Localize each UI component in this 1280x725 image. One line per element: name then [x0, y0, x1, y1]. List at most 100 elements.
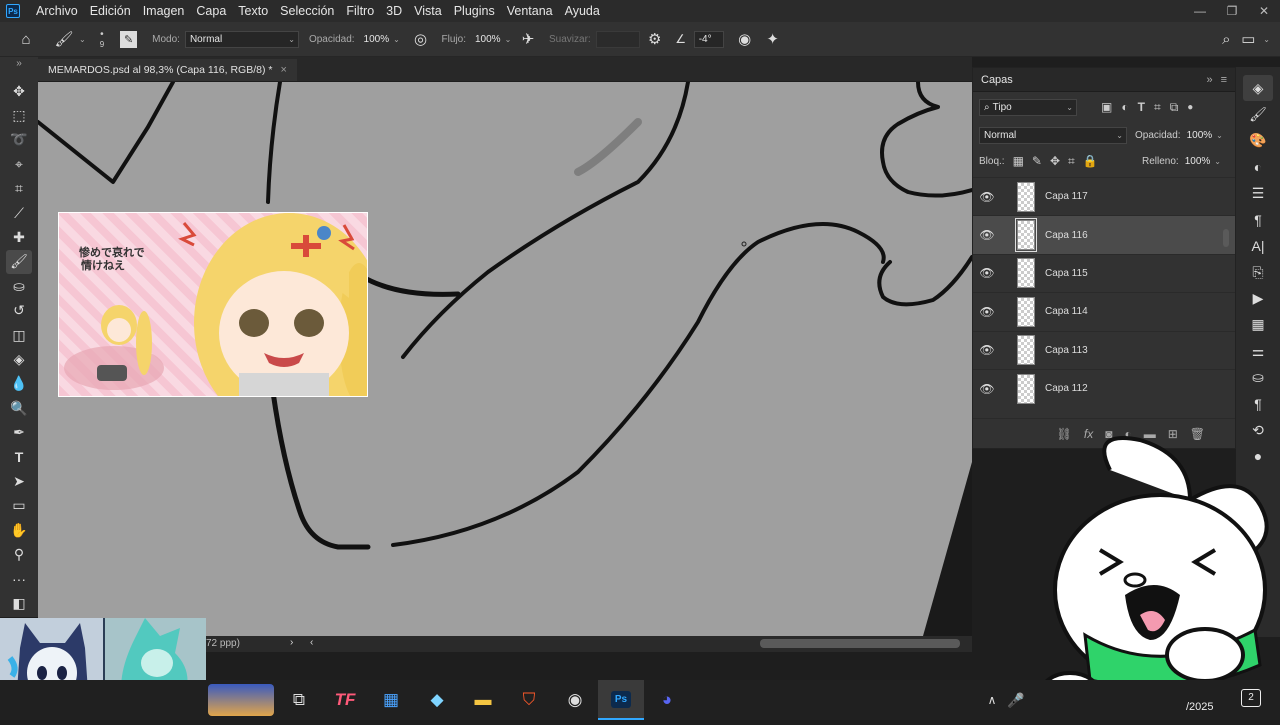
layer-row[interactable]: 👁 Capa 113 [973, 330, 1235, 369]
menu-ayuda[interactable]: Ayuda [559, 4, 606, 18]
filter-toggle-icon[interactable]: ● [1187, 102, 1193, 113]
lock-transparency-icon[interactable]: ▦ [1013, 154, 1024, 168]
layers-panel-title[interactable]: Capas [981, 74, 1013, 86]
brush-settings-panel-icon[interactable]: ✎ [120, 30, 138, 48]
filter-smart-object-icon[interactable]: ⧉ [1170, 100, 1179, 115]
move-tool-icon[interactable]: ✥ [6, 79, 32, 103]
visibility-eye-icon[interactable]: 👁 [973, 228, 1001, 242]
lock-position-icon[interactable]: ✥ [1050, 154, 1060, 168]
lasso-tool-icon[interactable]: ➰ [6, 128, 32, 152]
more-tools-icon[interactable]: ··· [6, 567, 32, 591]
layer-filter-select[interactable]: ⌕ Tipo ⌄ [979, 98, 1077, 116]
brave-browser-icon[interactable]: ⛉ [506, 680, 552, 720]
layer-row-selected[interactable]: 👁 Capa 116 [973, 215, 1235, 254]
dodge-tool-icon[interactable]: 🔍 [6, 396, 32, 420]
properties-icon[interactable]: ☰ [1243, 180, 1273, 206]
horizontal-scrollbar[interactable] [760, 639, 960, 648]
character-icon[interactable]: A| [1243, 233, 1273, 259]
chevron-down-icon[interactable]: ⌄ [505, 35, 512, 44]
clone-stamp-tool-icon[interactable]: ⛀ [6, 274, 32, 298]
zoom-tool-icon[interactable]: ⚲ [6, 542, 32, 566]
clock[interactable]: /2025 [1186, 701, 1214, 713]
filter-shape-icon[interactable]: ⌗ [1154, 100, 1161, 115]
paragraph-styles-icon[interactable]: ¶ [1243, 391, 1273, 417]
tray-overflow-icon[interactable]: ∧ [980, 680, 1004, 720]
visibility-eye-icon[interactable]: 👁 [973, 305, 1001, 319]
menu-filtro[interactable]: Filtro [340, 4, 380, 18]
document-tab[interactable]: MEMARDOS.psd al 98,3% (Capa 116, RGB/8) … [38, 59, 297, 81]
menu-archivo[interactable]: Archivo [30, 4, 84, 18]
layer-row[interactable]: 👁 Capa 115 [973, 253, 1235, 292]
brush-tool-icon[interactable]: 🖌 [6, 249, 32, 275]
panel-menu-icon[interactable]: ≡ [1221, 74, 1227, 86]
brushes-panel-icon[interactable]: 🖌 [1243, 101, 1273, 127]
lock-all-icon[interactable]: 🔒 [1083, 154, 1098, 168]
menu-edicion[interactable]: Edición [84, 4, 137, 18]
brush-preset-picker[interactable]: • 9 [100, 29, 104, 49]
microphone-icon[interactable]: 🎤 [1004, 680, 1028, 720]
paragraph-icon[interactable]: ¶ [1243, 206, 1273, 232]
menu-seleccion[interactable]: Selección [274, 4, 340, 18]
layer-row[interactable]: 👁 Capa 117 [973, 177, 1235, 215]
layer-row[interactable]: 👁 Capa 112 [973, 368, 1235, 407]
filter-type-icon[interactable]: T [1138, 100, 1145, 114]
layers-scrollbar[interactable] [1223, 179, 1229, 409]
history-brush-tool-icon[interactable]: ↺ [6, 299, 32, 323]
filter-pixel-icon[interactable]: ▣ [1101, 100, 1112, 114]
pressure-size-icon[interactable]: ◉ [734, 28, 756, 50]
opacity-input[interactable]: 100% ⌄ [360, 31, 404, 48]
task-view-icon[interactable]: ⧉ [276, 680, 322, 720]
canvas[interactable]: 惨めで哀れで 情けねえ [38, 82, 972, 636]
path-selection-tool-icon[interactable]: ➤ [6, 469, 32, 493]
lock-artboard-icon[interactable]: ⌗ [1068, 154, 1075, 169]
filter-adjustment-icon[interactable]: ◐ [1121, 100, 1128, 114]
eraser-tool-icon[interactable]: ◫ [6, 323, 32, 347]
menu-capa[interactable]: Capa [190, 4, 232, 18]
tf-app-icon[interactable]: TF [322, 680, 368, 720]
restore-icon[interactable]: ❐ [1216, 0, 1248, 22]
mode-select[interactable]: Normal ⌄ [184, 30, 299, 48]
hand-tool-icon[interactable]: ✋ [6, 518, 32, 542]
collapse-panel-icon[interactable]: » [1206, 74, 1212, 86]
toolbar-collapse-icon[interactable]: » [0, 57, 38, 82]
workspace-icon[interactable]: ▭ [1237, 28, 1259, 50]
color-panel-icon[interactable]: 🎨 [1243, 128, 1273, 154]
close-icon[interactable]: × [280, 64, 286, 76]
pressure-opacity-icon[interactable]: ◎ [410, 28, 432, 50]
status-expand-icon[interactable]: › [290, 637, 293, 648]
menu-vista[interactable]: Vista [408, 4, 448, 18]
smoothing-input[interactable] [595, 30, 640, 48]
airbrush-icon[interactable]: ✈ [517, 28, 539, 50]
blur-tool-icon[interactable]: 💧 [6, 372, 32, 396]
chevron-down-icon[interactable]: ⌄ [393, 35, 400, 44]
news-widget[interactable] [206, 680, 276, 720]
sliders-icon[interactable]: ⚌ [1243, 338, 1273, 364]
layer-opacity-value[interactable]: 100% [1187, 130, 1213, 141]
visibility-eye-icon[interactable]: 👁 [973, 190, 1001, 204]
rectangle-tool-icon[interactable]: ▭ [6, 494, 32, 518]
home-icon[interactable]: ⌂ [15, 28, 37, 50]
stamp-icon[interactable]: ⛀ [1243, 364, 1273, 390]
store-app-icon[interactable]: ◆ [414, 680, 460, 720]
menu-3d[interactable]: 3D [380, 4, 408, 18]
minimize-icon[interactable]: — [1184, 0, 1216, 22]
quick-selection-tool-icon[interactable]: ⌖ [6, 152, 32, 176]
paint-bucket-tool-icon[interactable]: ◈ [6, 347, 32, 371]
layer-row[interactable]: 👁 Capa 114 [973, 292, 1235, 330]
blend-mode-select[interactable]: Normal ⌄ [979, 126, 1127, 144]
menu-plugins[interactable]: Plugins [448, 4, 501, 18]
search-icon[interactable]: ⌕ [1215, 28, 1237, 50]
actions-icon[interactable]: ▶ [1243, 285, 1273, 311]
symmetry-icon[interactable]: ✦ [762, 28, 784, 50]
discord-icon[interactable]: ◕ [644, 680, 690, 720]
grid-panel-icon[interactable]: ▦ [1243, 312, 1273, 338]
calculator-icon[interactable]: ▦ [368, 680, 414, 720]
chevron-down-icon[interactable]: ⌄ [1214, 157, 1221, 166]
file-explorer-icon[interactable]: ▬ [460, 680, 506, 720]
menu-texto[interactable]: Texto [232, 4, 274, 18]
lock-pixels-icon[interactable]: ✎ [1032, 154, 1042, 168]
notification-center-icon[interactable]: 2 [1241, 689, 1261, 707]
chevron-down-icon[interactable]: ⌄ [1263, 35, 1270, 44]
visibility-eye-icon[interactable]: 👁 [973, 266, 1001, 280]
visibility-eye-icon[interactable]: 👁 [973, 343, 1001, 357]
